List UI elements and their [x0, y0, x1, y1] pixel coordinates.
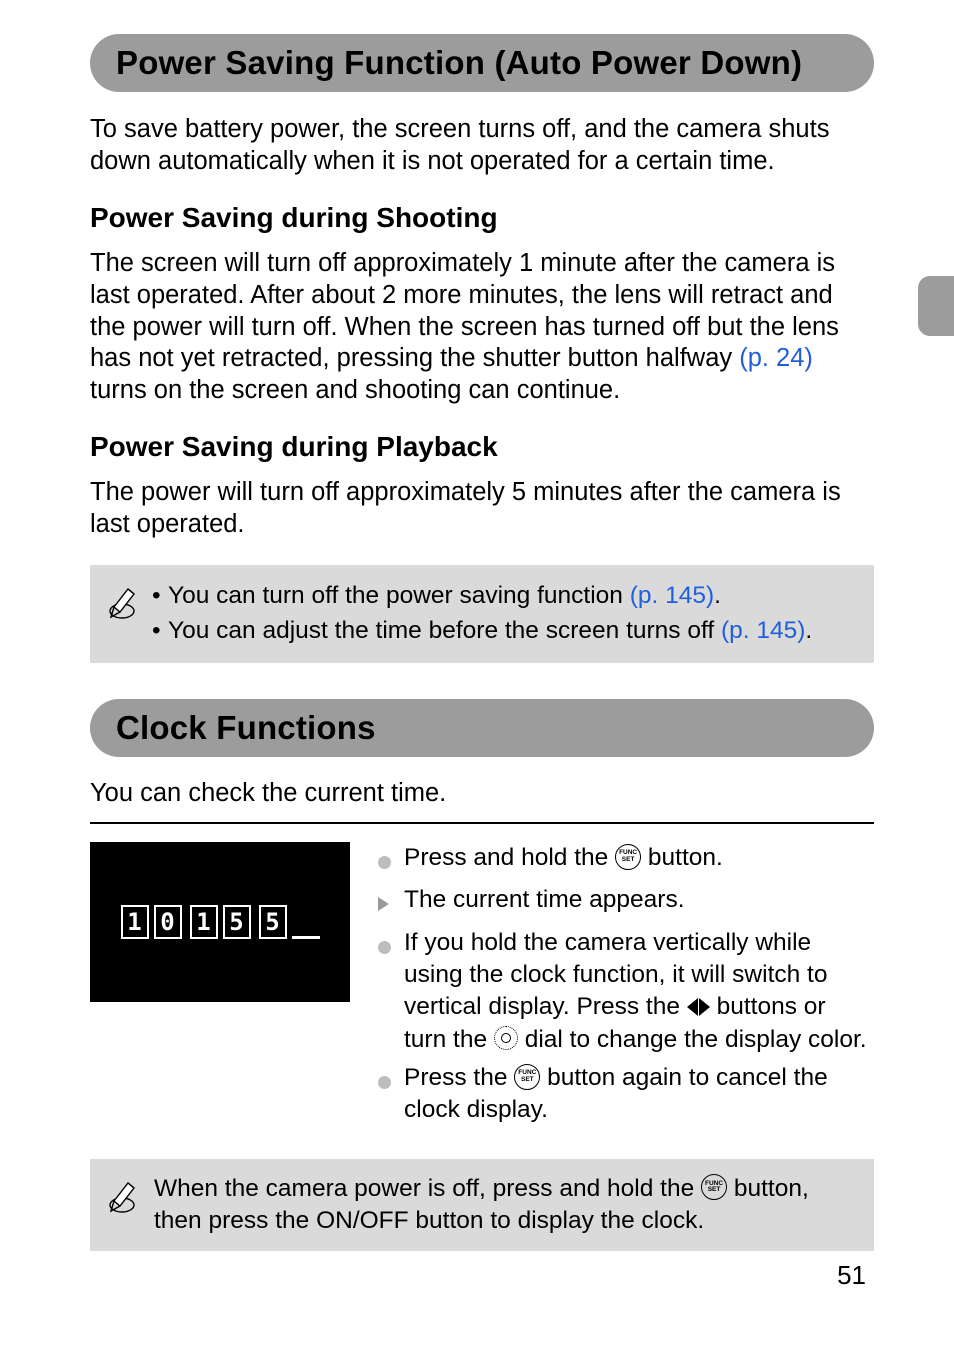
- tip-clock-pre: When the camera power is off, press and …: [154, 1175, 701, 1202]
- clock-digit-2: 0: [154, 905, 182, 939]
- clock-cursor: [292, 905, 320, 939]
- clock-digit-5: 5: [259, 905, 287, 939]
- intro-clock: You can check the current time.: [90, 779, 874, 808]
- divider: [90, 822, 874, 824]
- heading-clock-functions: Clock Functions: [90, 699, 874, 757]
- tip-1-pre: You can turn off the power saving functi…: [168, 582, 630, 609]
- tip-item-2: You can adjust the time before the scree…: [152, 614, 856, 647]
- body-playback: The power will turn off approximately 5 …: [90, 477, 874, 541]
- tip-2-post: .: [805, 617, 812, 644]
- intro-power-saving: To save battery power, the screen turns …: [90, 114, 874, 178]
- step-1-pre: Press and hold the: [404, 844, 615, 871]
- clock-digit-1: 1: [121, 905, 149, 939]
- heading-power-saving-text: Power Saving Function (Auto Power Down): [116, 44, 850, 82]
- link-p145-a[interactable]: (p. 145): [630, 582, 714, 609]
- dial-icon: [494, 1026, 518, 1050]
- side-tab: [918, 276, 954, 336]
- step-1-post: button.: [648, 844, 723, 871]
- func-set-icon: FUNCSET: [514, 1064, 540, 1090]
- step-2-text: The current time appears.: [404, 884, 685, 920]
- body-shooting-post: turns on the screen and shooting can con…: [90, 376, 620, 404]
- arrow-icon: [378, 884, 396, 920]
- clock-digit-4: 5: [223, 905, 251, 939]
- page-number: 51: [837, 1260, 866, 1291]
- subheading-playback: Power Saving during Playback: [90, 431, 874, 463]
- func-set-icon: FUNCSET: [701, 1174, 727, 1200]
- heading-power-saving: Power Saving Function (Auto Power Down): [90, 34, 874, 92]
- step-4: Press the FUNCSET button again to cancel…: [378, 1062, 874, 1127]
- tip-1-post: .: [714, 582, 721, 609]
- link-p24[interactable]: (p. 24): [739, 344, 813, 372]
- left-right-arrows-icon: [687, 998, 710, 1016]
- pencil-icon: [104, 1173, 140, 1220]
- heading-clock-functions-text: Clock Functions: [116, 709, 850, 747]
- clock-display: 1 0 1 5 5: [90, 842, 350, 1002]
- tip-clock-text: When the camera power is off, press and …: [154, 1173, 856, 1238]
- link-p145-b[interactable]: (p. 145): [721, 617, 805, 644]
- clock-instructions: Press and hold the FUNCSET button. The c…: [378, 842, 874, 1133]
- bullet-icon: [378, 927, 396, 1056]
- tip-2-pre: You can adjust the time before the scree…: [168, 617, 721, 644]
- tip-box-power-saving: You can turn off the power saving functi…: [90, 565, 874, 663]
- step-1: Press and hold the FUNCSET button.: [378, 842, 874, 878]
- clock-digit-3: 1: [190, 905, 218, 939]
- body-shooting: The screen will turn off approximately 1…: [90, 248, 874, 407]
- step-2: The current time appears.: [378, 884, 874, 920]
- step-3-post: dial to change the display color.: [525, 1026, 867, 1053]
- body-shooting-pre: The screen will turn off approximately 1…: [90, 249, 839, 373]
- func-set-icon: FUNCSET: [615, 844, 641, 870]
- clock-row: 1 0 1 5 5 Press and hold the FUNCSET but…: [90, 842, 874, 1133]
- step-3: If you hold the camera vertically while …: [378, 927, 874, 1056]
- tip-list-power-saving: You can turn off the power saving functi…: [152, 579, 856, 649]
- tip-item-1: You can turn off the power saving functi…: [152, 579, 856, 612]
- tip-box-clock: When the camera power is off, press and …: [90, 1159, 874, 1252]
- subheading-shooting: Power Saving during Shooting: [90, 202, 874, 234]
- bullet-icon: [378, 842, 396, 878]
- bullet-icon: [378, 1062, 396, 1127]
- pencil-icon: [104, 579, 140, 626]
- step-4-pre: Press the: [404, 1064, 514, 1091]
